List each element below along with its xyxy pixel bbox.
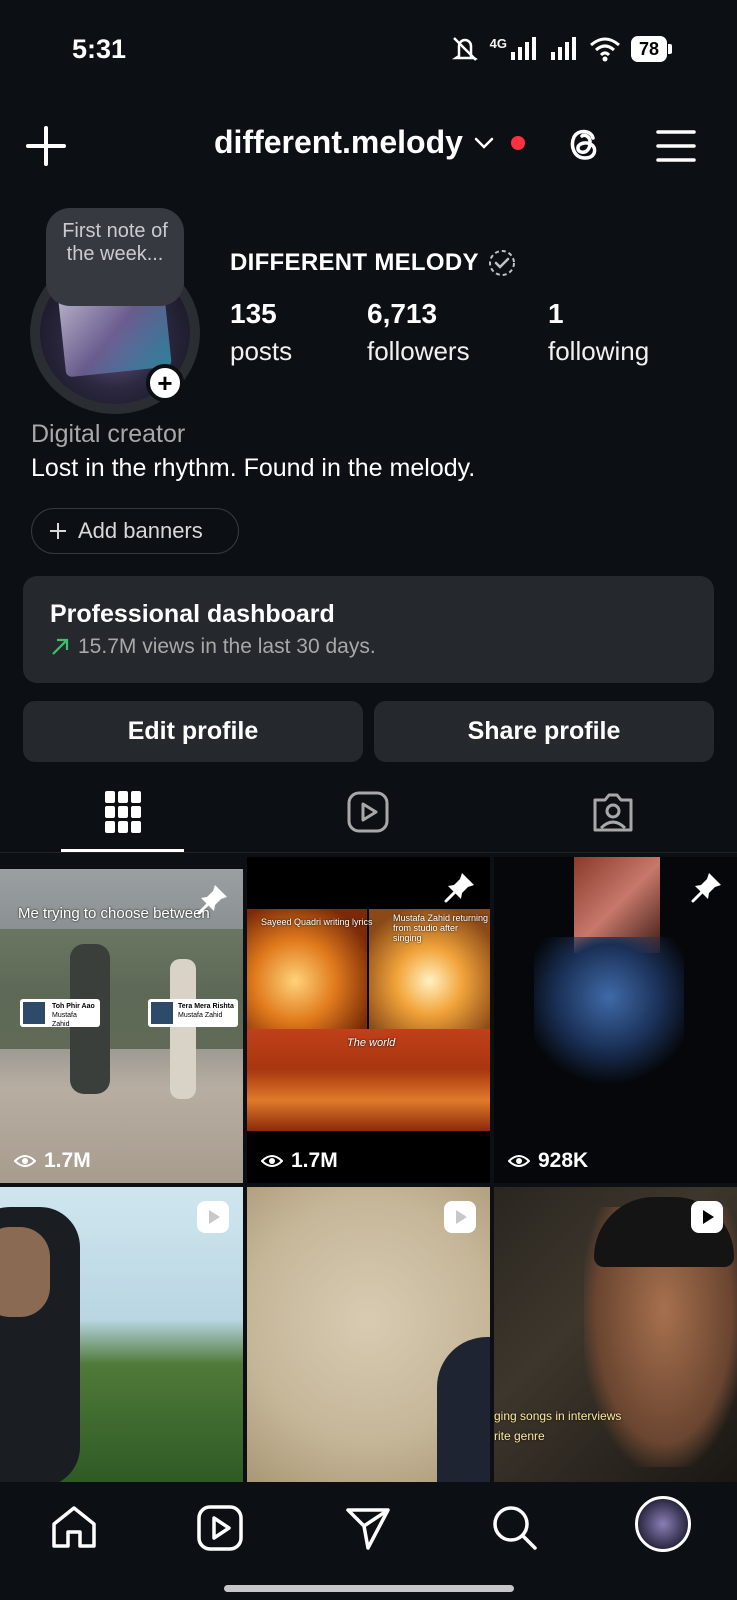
home-indicator[interactable]	[224, 1585, 514, 1592]
tab-tagged[interactable]	[490, 770, 735, 854]
view-count: 928K	[508, 1149, 588, 1173]
posts-grid: Me trying to choose between Toh Phir Aao…	[0, 857, 737, 1482]
song-a-title: Toh Phir Aao	[52, 1003, 95, 1010]
followers-stat[interactable]: 6,713 followers	[367, 298, 470, 367]
grid-tile[interactable]: 928K	[494, 857, 737, 1183]
meta-verified-icon[interactable]	[487, 248, 517, 278]
view-count-label: 1.7M	[44, 1149, 91, 1172]
tile-caption-c: The world	[347, 1037, 396, 1049]
account-switcher[interactable]: different.melody	[214, 124, 525, 161]
plus-icon-small	[50, 523, 66, 539]
following-label: following	[548, 336, 650, 366]
followers-count: 6,713	[367, 298, 438, 329]
profile-nav-avatar[interactable]	[635, 1496, 691, 1552]
tile-caption-b: rite genre	[494, 1429, 545, 1443]
trend-up-icon	[52, 638, 69, 655]
view-count: 1.7M	[261, 1149, 338, 1173]
song-card-b: Tera Mera Rishta Mustafa Zahid	[148, 999, 238, 1027]
add-banners-label: Add banners	[78, 518, 203, 543]
reels-nav-icon[interactable]	[194, 1502, 246, 1554]
song-b-title: Tera Mera Rishta	[178, 1003, 234, 1010]
messages-icon[interactable]	[342, 1502, 394, 1554]
home-icon[interactable]	[48, 1502, 100, 1554]
eye-icon	[14, 1155, 36, 1167]
tab-reels[interactable]	[245, 770, 490, 854]
plus-icon[interactable]	[24, 124, 68, 168]
reel-icon	[691, 1201, 723, 1233]
song-card-a: Toh Phir Aao Mustafa Zahid	[20, 999, 100, 1028]
profile-category: Digital creator	[31, 420, 186, 448]
tile-caption: Me trying to choose between	[18, 905, 210, 922]
followers-label: followers	[367, 336, 470, 366]
display-name: DIFFERENT MELODY	[230, 249, 479, 276]
tile-caption-a: ging songs in interviews	[494, 1409, 622, 1423]
note-bubble[interactable]: First note of the week...	[46, 208, 184, 306]
username: different.melody	[214, 124, 463, 160]
network-label: 4G	[489, 35, 507, 51]
profile-header: different.melody	[0, 110, 737, 182]
tab-posts[interactable]	[0, 770, 245, 854]
grid-tile[interactable]: Me trying to choose between Toh Phir Aao…	[0, 869, 243, 1183]
menu-icon[interactable]	[654, 124, 698, 168]
pin-icon	[444, 873, 474, 903]
view-count-label: 928K	[538, 1149, 589, 1172]
grid-icon	[104, 791, 141, 833]
song-a-artist: Mustafa Zahid	[52, 1012, 77, 1028]
following-stat[interactable]: 1 following	[548, 298, 649, 367]
edit-profile-button[interactable]: Edit profile	[23, 701, 363, 762]
posts-stat[interactable]: 135 posts	[230, 298, 292, 367]
tile-caption-b: Mustafa Zahid returning from studio afte…	[393, 913, 489, 943]
grid-tile[interactable]	[0, 1187, 243, 1482]
pin-icon	[691, 873, 721, 903]
posts-label: posts	[230, 336, 293, 366]
following-count: 1	[548, 298, 564, 329]
view-count: 1.7M	[14, 1149, 91, 1173]
dashboard-subtitle-row: 15.7M views in the last 30 days.	[50, 635, 687, 659]
view-count-label: 1.7M	[291, 1149, 338, 1172]
song-b-artist: Mustafa Zahid	[178, 1012, 223, 1019]
status-bar: 5:31 4G 78	[0, 0, 737, 100]
tabs-divider	[0, 852, 737, 853]
reel-icon	[444, 1201, 476, 1233]
battery-indicator: 78	[630, 36, 673, 62]
grid-tile[interactable]	[247, 1187, 490, 1482]
pin-icon	[197, 885, 227, 915]
signal-icon	[510, 37, 536, 60]
signal-icon-2	[550, 37, 576, 60]
status-time: 5:31	[72, 34, 127, 64]
chevron-down-icon	[474, 137, 494, 149]
profile-bio: Lost in the rhythm. Found in the melody.	[31, 454, 476, 482]
professional-dashboard[interactable]: Professional dashboard 15.7M views in th…	[23, 576, 714, 683]
eye-icon	[261, 1155, 283, 1167]
dashboard-title: Professional dashboard	[50, 600, 335, 628]
tagged-icon	[593, 793, 632, 832]
eye-icon	[508, 1155, 530, 1167]
mute-icon	[451, 37, 478, 61]
reel-icon	[197, 1201, 229, 1233]
grid-tile[interactable]: ging songs in interviews rite genre	[494, 1187, 737, 1482]
dashboard-subtitle: 15.7M views in the last 30 days.	[78, 635, 376, 658]
tile-caption-a: Sayeed Quadri writing lyrics	[261, 917, 373, 927]
bottom-nav	[0, 1482, 737, 1600]
posts-count: 135	[230, 298, 277, 329]
add-banners-button[interactable]: Add banners	[31, 508, 239, 554]
grid-tile[interactable]: Sayeed Quadri writing lyrics Mustafa Zah…	[247, 857, 490, 1183]
display-name-row: DIFFERENT MELODY	[230, 248, 517, 278]
reels-icon	[347, 791, 388, 833]
wifi-icon	[589, 37, 620, 62]
threads-icon[interactable]	[562, 122, 606, 166]
add-story-button[interactable]: +	[146, 364, 184, 402]
notification-dot	[510, 135, 525, 150]
share-profile-button[interactable]: Share profile	[374, 701, 714, 762]
search-icon[interactable]	[489, 1502, 541, 1554]
status-icons: 4G 78	[450, 34, 673, 64]
